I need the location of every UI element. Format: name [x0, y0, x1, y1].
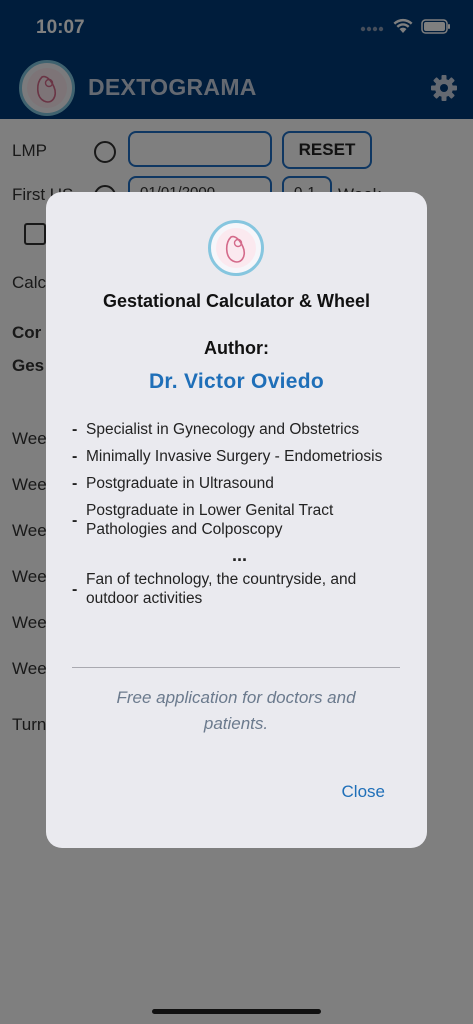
free-app-note: Free application for doctors and patient…: [116, 688, 356, 733]
list-item-text: Fan of technology, the countryside, and …: [86, 571, 357, 607]
list-item: - Specialist in Gynecology and Obstetric…: [72, 420, 407, 439]
list-item-text: Postgraduate in Lower Genital Tract Path…: [86, 502, 334, 538]
bullet-dash: -: [72, 580, 78, 598]
list-item-text: Minimally Invasive Surgery - Endometrios…: [86, 448, 383, 465]
bullet-dash: -: [72, 475, 78, 492]
close-button[interactable]: Close: [342, 782, 385, 802]
bullet-dash: -: [72, 511, 78, 529]
list-item: - Postgraduate in Ultrasound: [72, 474, 407, 493]
list-item: - Minimally Invasive Surgery - Endometri…: [72, 447, 407, 466]
about-dialog: Gestational Calculator & Wheel Author: D…: [46, 192, 427, 848]
bullet-dash: -: [72, 448, 78, 465]
list-item-text: Specialist in Gynecology and Obstetrics: [86, 421, 360, 438]
list-item: - Fan of technology, the countryside, an…: [72, 570, 407, 608]
author-label: Author:: [204, 338, 269, 358]
dialog-logo: [208, 220, 264, 276]
bullet-dash: -: [72, 421, 78, 438]
home-indicator[interactable]: [152, 1009, 321, 1014]
credentials-list: - Specialist in Gynecology and Obstetric…: [72, 420, 407, 616]
list-ellipsis: ...: [231, 545, 247, 565]
list-item-text: Postgraduate in Ultrasound: [86, 475, 274, 492]
list-item: - Postgraduate in Lower Genital Tract Pa…: [72, 501, 407, 539]
dialog-title: Gestational Calculator & Wheel: [102, 291, 371, 311]
author-name: Dr. Victor Oviedo: [148, 370, 325, 393]
divider: [72, 667, 400, 668]
